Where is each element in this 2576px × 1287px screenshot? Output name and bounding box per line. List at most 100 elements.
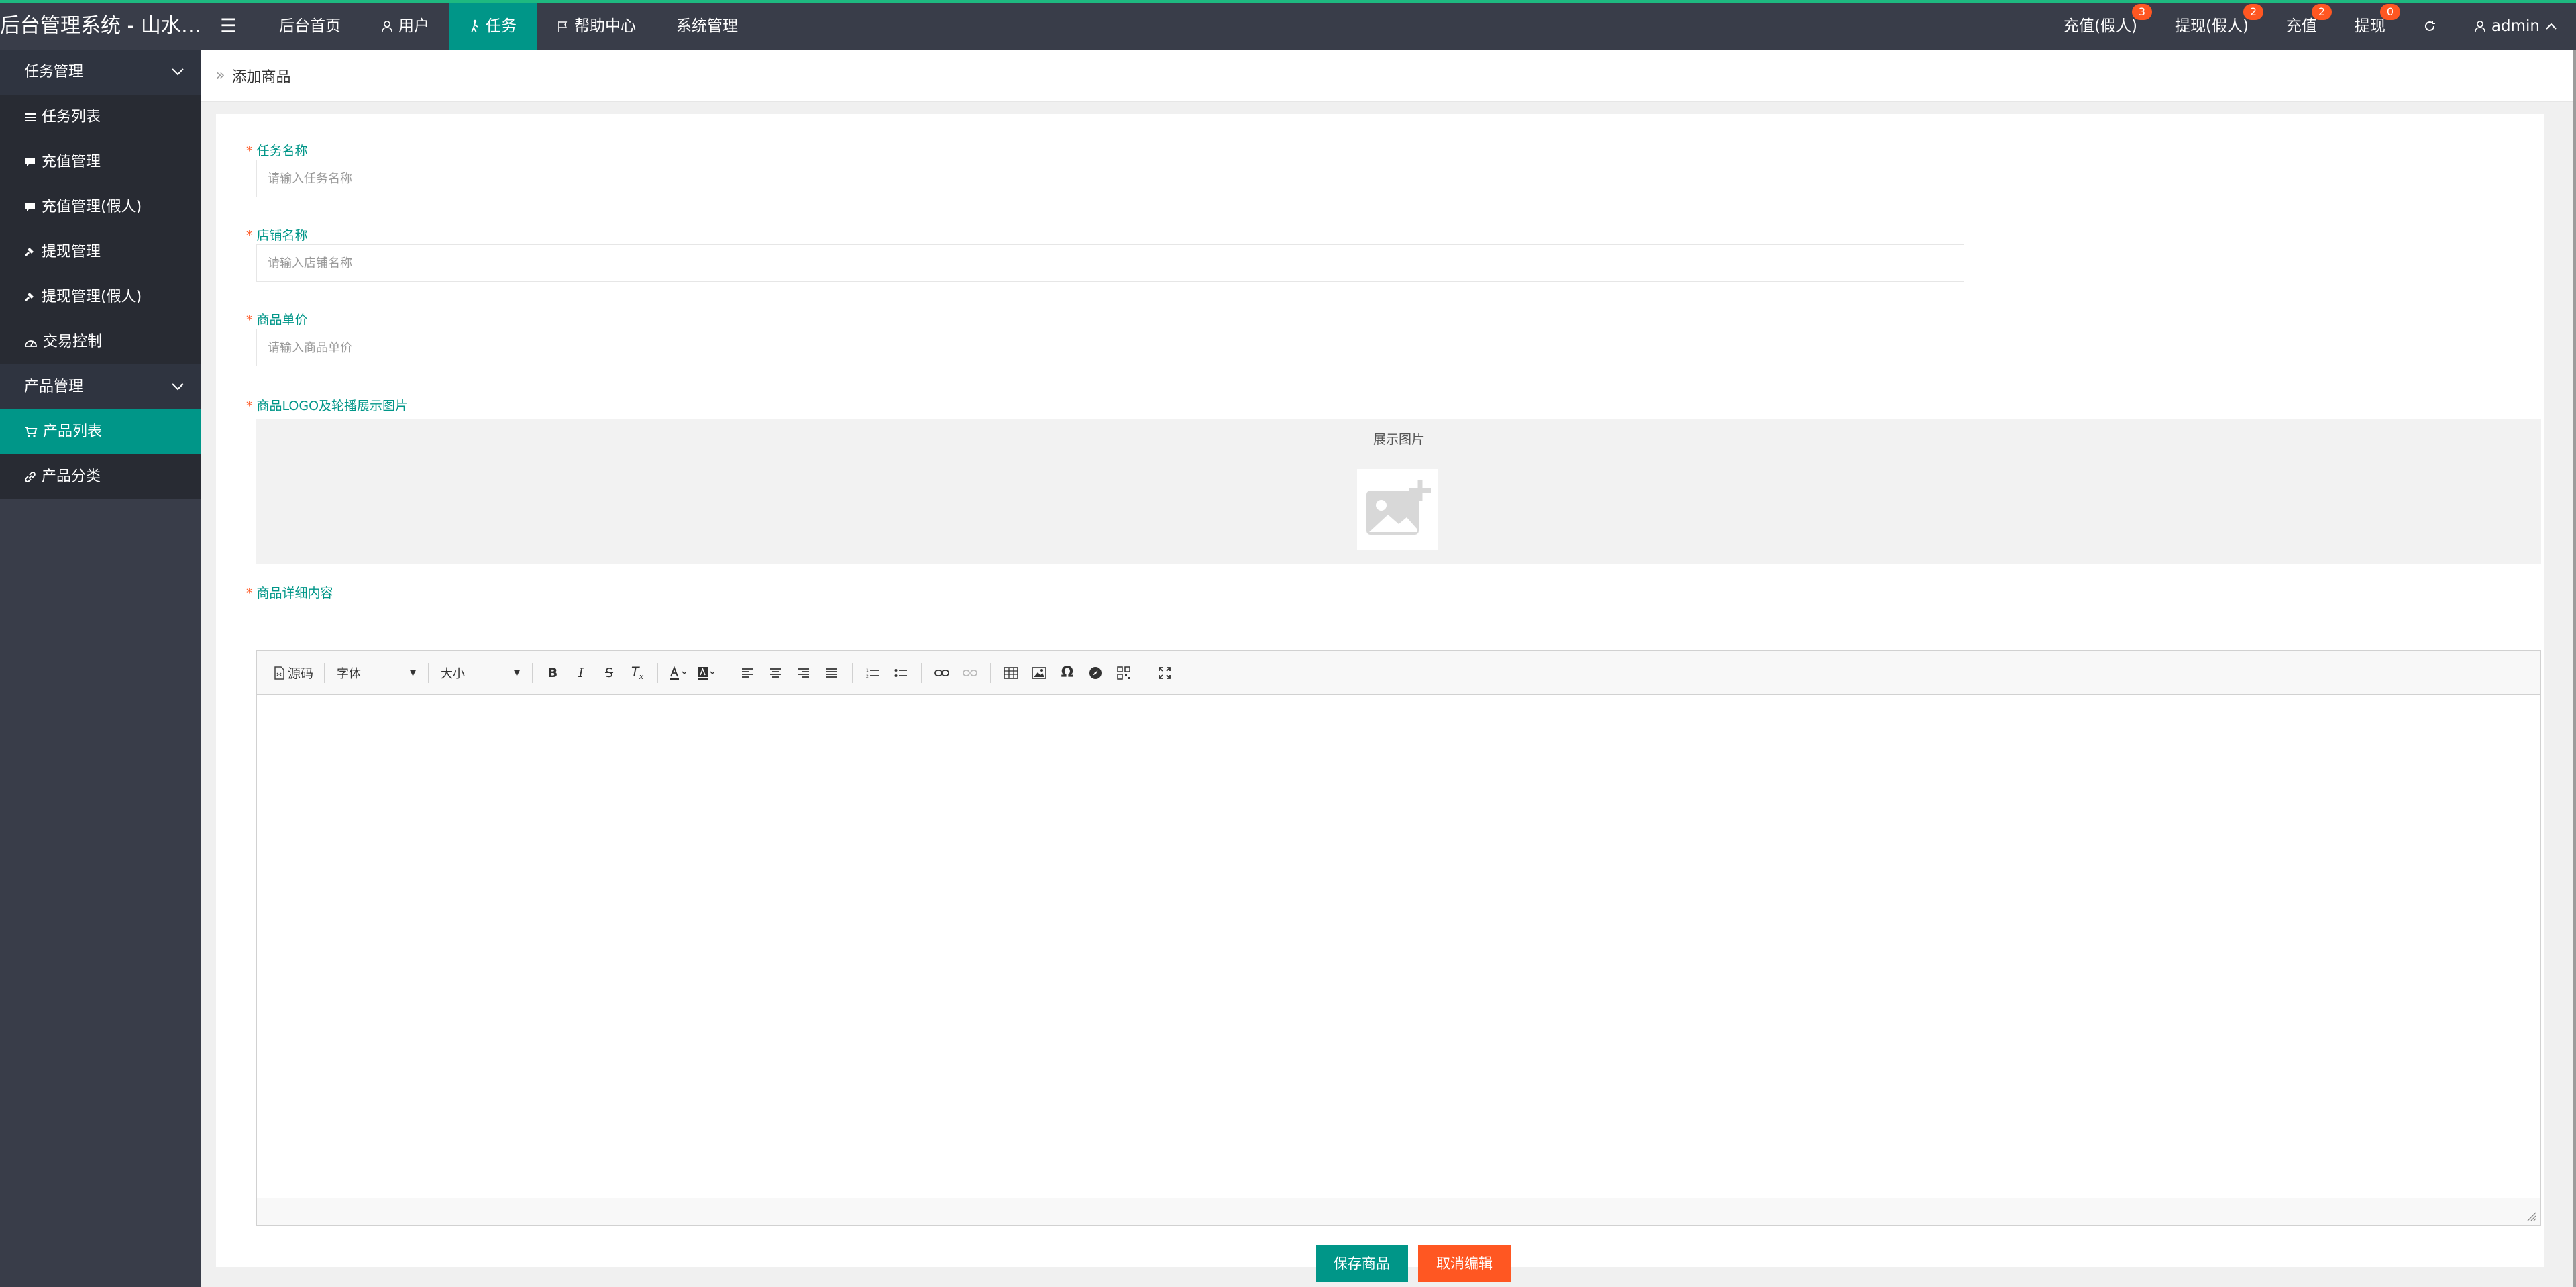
emoji-button[interactable]	[1083, 661, 1108, 685]
sidebar-item-withdraw[interactable]: 提现管理	[0, 229, 201, 274]
chevron-down-icon	[170, 364, 185, 409]
italic-button[interactable]: I	[569, 661, 593, 685]
editor-toolbar: 源码 字体 ▾ 大小 ▾ B I S Tx 1 2 Ω	[257, 651, 2540, 695]
sidebar-group-products[interactable]: 产品管理	[0, 364, 201, 409]
recharge-link[interactable]: 充值 2	[2267, 3, 2336, 50]
toolbar-divider	[921, 662, 922, 683]
comment-icon	[24, 157, 36, 168]
unlink-icon	[963, 668, 977, 678]
sidebar-item-product-list[interactable]: 产品列表	[0, 409, 201, 454]
background-color-button[interactable]	[694, 661, 718, 685]
align-right-icon	[798, 668, 810, 678]
required-mark: *	[246, 313, 253, 327]
shop-name-input[interactable]	[256, 244, 1964, 282]
nav-users[interactable]: 用户	[361, 3, 449, 50]
source-button[interactable]: 源码	[270, 661, 316, 685]
fullscreen-button[interactable]	[1152, 661, 1177, 685]
rich-text-editor: 源码 字体 ▾ 大小 ▾ B I S Tx 1 2 Ω	[256, 650, 2541, 1226]
required-mark: *	[246, 228, 253, 243]
breadcrumb: » 添加商品	[201, 50, 2573, 102]
align-center-icon	[769, 668, 782, 678]
required-mark: *	[246, 144, 253, 158]
align-right-button[interactable]	[792, 661, 816, 685]
toolbar-divider	[990, 662, 991, 683]
sidebar-item-recharge-fake[interactable]: 充值管理(假人)	[0, 185, 201, 229]
link-icon	[934, 668, 949, 678]
toolbar-divider	[324, 662, 325, 683]
strikethrough-icon: S	[604, 665, 614, 680]
link-button[interactable]	[930, 661, 954, 685]
required-mark: *	[246, 399, 253, 413]
nav-help[interactable]: 帮助中心	[537, 3, 656, 50]
withdraw-link[interactable]: 提现 0	[2336, 3, 2404, 50]
unordered-list-button[interactable]	[889, 661, 913, 685]
fullscreen-icon	[1158, 666, 1171, 680]
ordered-list-button[interactable]: 12	[861, 661, 885, 685]
double-chevron-icon: »	[216, 67, 225, 84]
background-color-icon	[697, 666, 716, 680]
upload-title: 展示图片	[256, 419, 2541, 460]
gavel-icon	[24, 291, 36, 303]
sidebar-group-tasks[interactable]: 任务管理	[0, 50, 201, 95]
font-family-select[interactable]: 字体 ▾	[333, 661, 420, 685]
withdraw-fake-link[interactable]: 提现(假人) 2	[2156, 3, 2267, 50]
align-justify-button[interactable]	[820, 661, 844, 685]
align-left-button[interactable]	[735, 661, 759, 685]
align-justify-icon	[826, 668, 838, 678]
unit-price-input[interactable]	[256, 329, 1964, 366]
editor-content-area[interactable]	[257, 695, 2540, 1198]
sidebar-item-trade-control[interactable]: 交易控制	[0, 319, 201, 364]
table-button[interactable]	[999, 661, 1023, 685]
remove-format-button[interactable]: Tx	[625, 661, 649, 685]
qrcode-button[interactable]	[1112, 661, 1136, 685]
page-scrollbar-thumb[interactable]	[2573, 50, 2576, 1287]
user-icon	[2474, 20, 2486, 32]
task-name-input[interactable]	[256, 160, 1964, 197]
align-left-icon	[741, 668, 753, 678]
sidebar-item-recharge[interactable]: 充值管理	[0, 140, 201, 185]
recharge-fake-badge: 3	[2131, 4, 2152, 20]
refresh-button[interactable]	[2404, 3, 2455, 50]
refresh-icon	[2423, 19, 2436, 33]
sidebar-item-task-list[interactable]: 任务列表	[0, 95, 201, 140]
strikethrough-button[interactable]: S	[597, 661, 621, 685]
toolbar-divider	[852, 662, 853, 683]
unit-price-label: * 商品单价	[246, 313, 308, 327]
add-image-button[interactable]	[1357, 469, 1438, 550]
menu-toggle-icon[interactable]: ☰	[220, 3, 237, 50]
comment-icon	[24, 202, 36, 213]
save-product-button[interactable]: 保存商品	[1316, 1245, 1408, 1282]
gavel-icon	[24, 246, 36, 258]
editor-status-bar	[257, 1198, 2540, 1225]
align-center-button[interactable]	[763, 661, 788, 685]
font-size-select[interactable]: 大小 ▾	[437, 661, 524, 685]
nav-tasks[interactable]: 任务	[449, 3, 537, 50]
image-upload-box: 展示图片	[256, 419, 2541, 564]
cart-icon	[24, 426, 38, 438]
toolbar-divider	[657, 662, 659, 683]
bold-button[interactable]: B	[541, 661, 565, 685]
nav-home[interactable]: 后台首页	[259, 3, 361, 50]
dashboard-icon	[24, 336, 38, 348]
top-bar: 后台管理系统 - 山水资... ☰ 后台首页 用户 任务 帮助中心 系统管理 充…	[0, 0, 2576, 50]
unlink-button[interactable]	[958, 661, 982, 685]
ordered-list-icon: 12	[866, 668, 879, 678]
chevron-up-icon	[2545, 22, 2557, 30]
toolbar-divider	[532, 662, 533, 683]
user-menu[interactable]: admin	[2455, 3, 2576, 50]
resize-grip-icon[interactable]	[2524, 1209, 2536, 1221]
cancel-edit-button[interactable]: 取消编辑	[1418, 1245, 1511, 1282]
text-color-icon	[669, 665, 688, 680]
unordered-list-icon	[894, 668, 908, 678]
image-button[interactable]	[1027, 661, 1051, 685]
image-icon	[1032, 666, 1046, 679]
form-card: *任务名称 *店铺名称 *商品单价 *商品LOGO及轮播展示图片 展示图片	[216, 114, 2544, 1282]
nav-system[interactable]: 系统管理	[656, 3, 758, 50]
special-char-button[interactable]: Ω	[1055, 661, 1079, 685]
sidebar-item-withdraw-fake[interactable]: 提现管理(假人)	[0, 274, 201, 319]
recharge-fake-link[interactable]: 充值(假人) 3	[2045, 3, 2156, 50]
app-title: 后台管理系统 - 山水资...	[0, 14, 201, 38]
sidebar-item-product-category[interactable]: 产品分类	[0, 454, 201, 499]
top-nav: 后台首页 用户 任务 帮助中心 系统管理	[259, 3, 758, 50]
text-color-button[interactable]	[666, 661, 690, 685]
